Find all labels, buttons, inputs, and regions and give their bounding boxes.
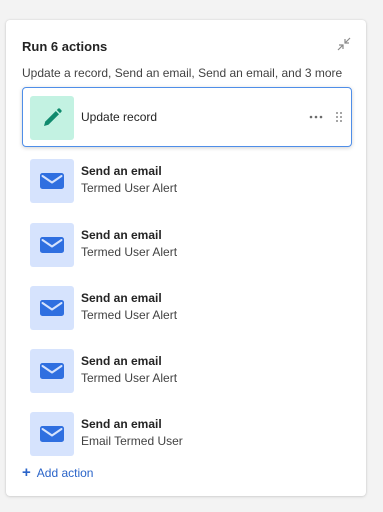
action-title: Update record xyxy=(81,110,158,124)
pencil-icon xyxy=(30,96,74,140)
action-item-send-email[interactable]: Send an email Termed User Alert xyxy=(22,277,352,337)
mail-icon xyxy=(30,159,74,204)
action-title: Send an email xyxy=(81,290,162,305)
action-subtitle: Termed User Alert xyxy=(81,307,178,322)
action-subtitle: Termed User Alert xyxy=(81,371,178,386)
action-item-send-email[interactable]: Send an email Termed User Alert xyxy=(22,214,352,274)
add-action-button[interactable]: + Add action xyxy=(22,464,94,481)
plus-icon: + xyxy=(22,464,31,481)
add-action-label: Add action xyxy=(36,466,94,480)
mail-icon xyxy=(30,222,74,267)
panel-title: Run 6 actions xyxy=(22,39,108,54)
action-subtitle: Email Termed User xyxy=(81,434,183,449)
action-title: Send an email xyxy=(81,164,162,179)
action-title: Send an email xyxy=(81,227,162,242)
action-subtitle: Termed User Alert xyxy=(81,181,178,196)
mail-icon xyxy=(30,412,74,457)
action-item-send-email[interactable]: Send an email Termed User Alert xyxy=(22,340,352,400)
mail-icon xyxy=(30,349,74,394)
drag-handle-icon[interactable] xyxy=(335,111,343,123)
more-options-icon[interactable] xyxy=(309,112,323,122)
action-title: Send an email xyxy=(81,417,162,432)
action-subtitle: Termed User Alert xyxy=(81,244,178,259)
action-item-send-email[interactable]: Send an email Email Termed User xyxy=(22,403,352,463)
action-title: Send an email xyxy=(81,354,162,369)
panel-summary: Update a record, Send an email, Send an … xyxy=(22,66,343,80)
action-list: Update record Send an email Termed User … xyxy=(22,87,352,467)
collapse-icon[interactable] xyxy=(336,36,352,52)
run-actions-panel: Run 6 actions Update a record, Send an e… xyxy=(6,20,366,496)
mail-icon xyxy=(30,285,74,330)
action-item-send-email[interactable]: Send an email Termed User Alert xyxy=(22,150,352,210)
action-item-update-record[interactable]: Update record xyxy=(22,87,352,147)
